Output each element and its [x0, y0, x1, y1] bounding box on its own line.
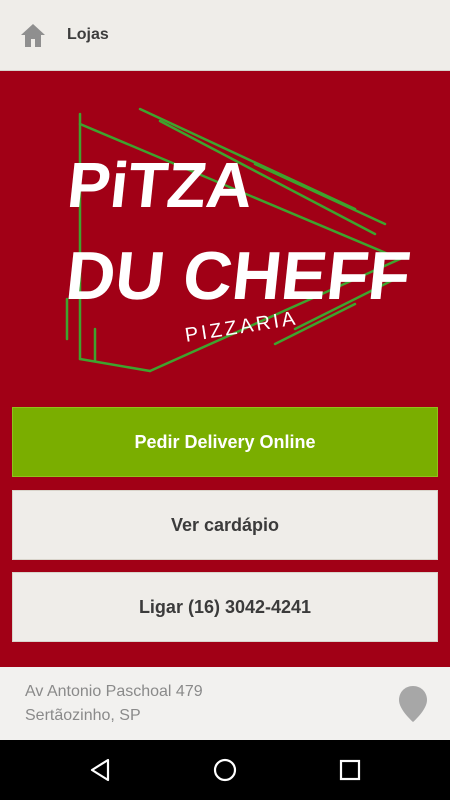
store-address-footer[interactable]: Av Antonio Paschoal 479 Sertãozinho, SP	[0, 667, 450, 740]
order-delivery-button[interactable]: Pedir Delivery Online	[12, 407, 438, 477]
map-pin-icon[interactable]	[398, 685, 428, 723]
address-line2: Sertãozinho, SP	[25, 707, 141, 724]
logo-text-line1: PiTZA	[64, 149, 256, 221]
home-icon[interactable]	[19, 21, 47, 49]
home-circle-icon[interactable]	[211, 756, 239, 784]
app-bar: Lojas	[0, 0, 450, 71]
view-menu-button[interactable]: Ver cardápio	[12, 490, 438, 560]
call-store-button[interactable]: Ligar (16) 3042-4241	[12, 572, 438, 642]
address-line1: Av Antonio Paschoal 479	[25, 683, 203, 700]
back-icon[interactable]	[86, 756, 114, 784]
recent-apps-icon[interactable]	[336, 756, 364, 784]
hero-section: PiTZA DU CHEFF PIZZARIA Pedir Delivery O…	[0, 71, 450, 667]
page-title: Lojas	[67, 26, 109, 43]
system-navigation-bar	[0, 740, 450, 800]
pizza-du-cheff-logo: PiTZA DU CHEFF PIZZARIA	[62, 107, 414, 373]
logo-text-line2: DU CHEFF	[62, 238, 414, 314]
